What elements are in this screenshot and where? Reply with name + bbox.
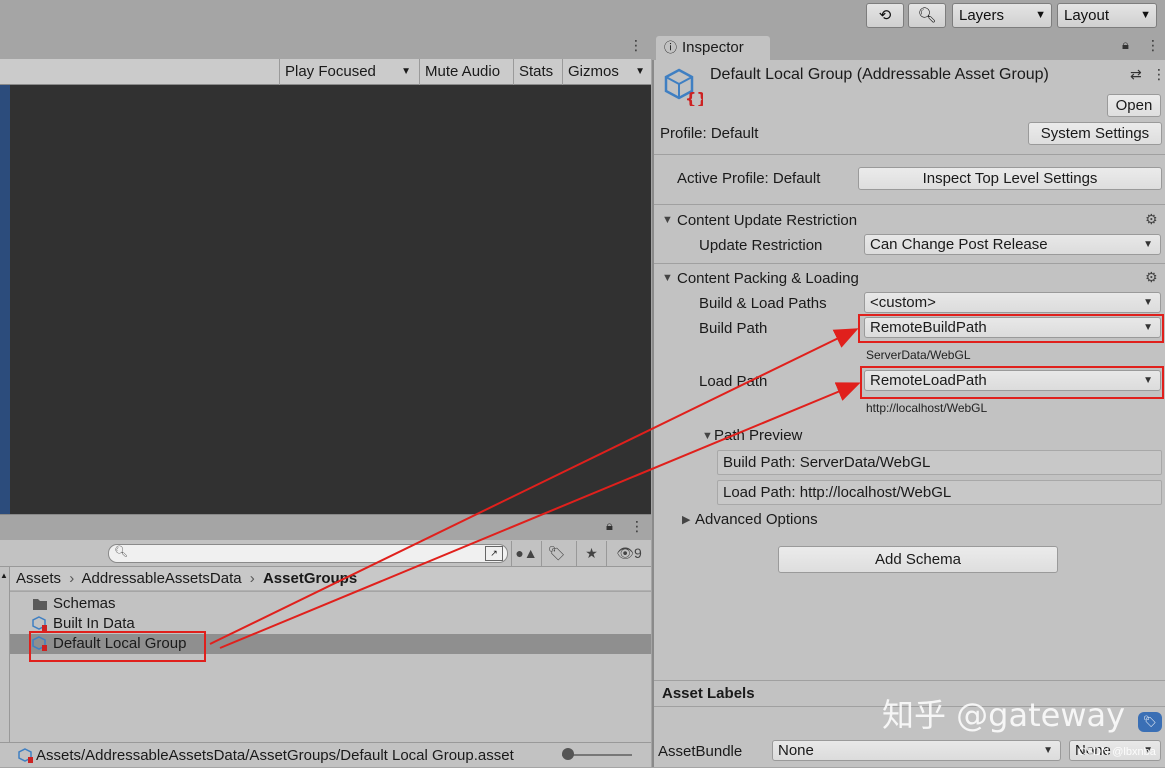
watermark-text: 知乎 @gateway (882, 696, 1126, 734)
watermark-small-text: CSDN @lbxnba (1078, 746, 1156, 758)
arrow-to-build-path (209, 328, 859, 645)
arrow-to-load-path (219, 382, 861, 649)
annotation-arrows (209, 328, 861, 649)
